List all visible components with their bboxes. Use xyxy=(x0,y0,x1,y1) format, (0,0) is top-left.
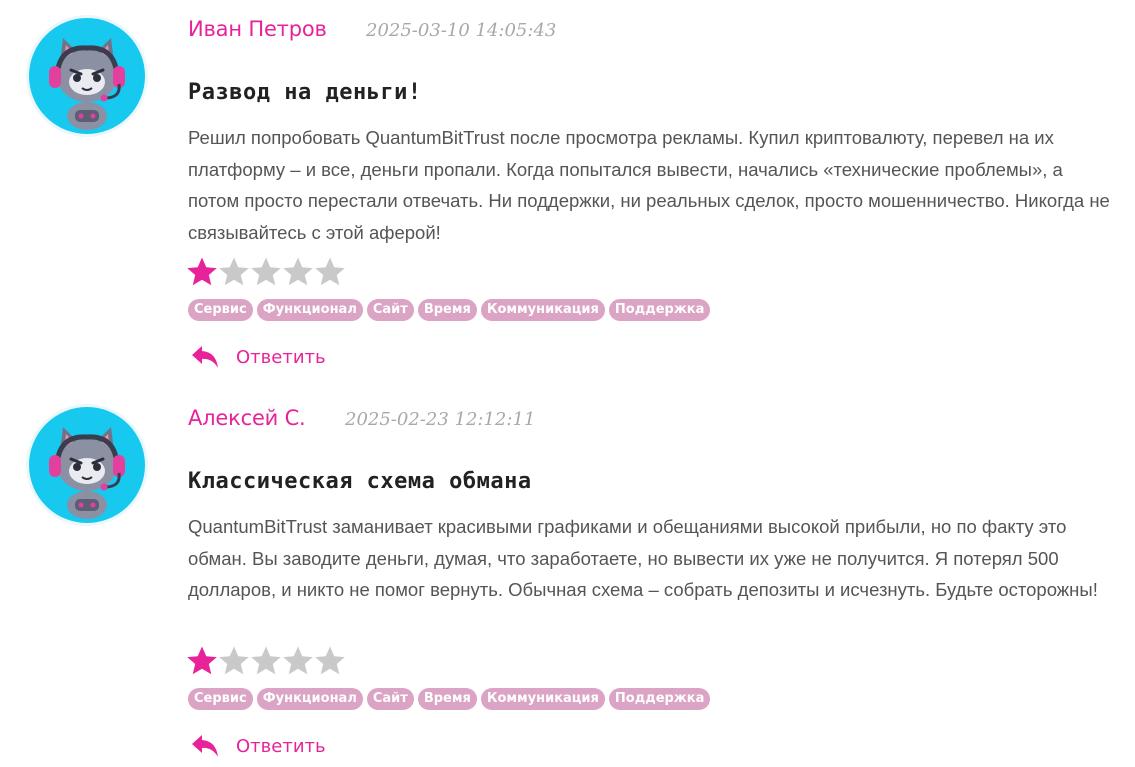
review-card: Иван Петров 2025-03-10 14:05:43 Развод н… xyxy=(0,0,1135,389)
reply-button[interactable]: Ответить xyxy=(190,341,326,373)
review-date: 2025-02-23 12:12:11 xyxy=(345,409,536,430)
review-author: Алексей С. xyxy=(188,406,306,430)
star-empty-icon xyxy=(218,643,250,679)
star-empty-icon xyxy=(282,254,314,290)
tag-list: Сервис Функционал Сайт Время Коммуникация Под… xyxy=(188,688,711,710)
star-empty-icon xyxy=(282,643,314,679)
cat-gamer-avatar-icon xyxy=(26,404,148,526)
reply-arrow-icon xyxy=(190,733,220,759)
star-rating xyxy=(186,643,346,679)
tag-chip: Функционал xyxy=(256,299,363,321)
review-author: Иван Петров xyxy=(188,17,327,41)
tag-chip: Время xyxy=(417,299,477,321)
tag-chip: Сайт xyxy=(366,299,414,321)
reply-label: Ответить xyxy=(236,735,326,757)
review-title: Развод на деньги! xyxy=(188,80,422,105)
star-empty-icon xyxy=(218,254,250,290)
star-filled-icon xyxy=(186,254,218,290)
tag-chip: Коммуникация xyxy=(480,299,605,321)
tag-chip: Время xyxy=(417,688,477,710)
review-body: QuantumBitTrust заманивает красивыми гра… xyxy=(188,516,1098,600)
reply-arrow-icon xyxy=(190,344,220,370)
reply-label: Ответить xyxy=(236,346,326,368)
star-filled-icon xyxy=(186,643,218,679)
cat-gamer-avatar-icon xyxy=(26,15,148,137)
tag-chip: Сайт xyxy=(366,688,414,710)
tag-chip: Поддержка xyxy=(608,299,711,321)
review-date: 2025-03-10 14:05:43 xyxy=(366,20,557,41)
tag-chip: Коммуникация xyxy=(480,688,605,710)
review-card: Алексей С. 2025-02-23 12:12:11 Классичес… xyxy=(0,389,1135,767)
star-empty-icon xyxy=(250,643,282,679)
review-body: Решил попробовать QuantumBitTrust после … xyxy=(188,127,1110,243)
star-empty-icon xyxy=(250,254,282,290)
reply-button[interactable]: Ответить xyxy=(190,730,326,762)
tag-chip: Сервис xyxy=(188,299,253,321)
tag-chip: Функционал xyxy=(256,688,363,710)
review-title: Классическая схема обмана xyxy=(188,469,532,494)
tag-list: Сервис Функционал Сайт Время Коммуникация Под… xyxy=(188,299,711,321)
tag-chip: Сервис xyxy=(188,688,253,710)
star-rating xyxy=(186,254,346,290)
tag-chip: Поддержка xyxy=(608,688,711,710)
star-empty-icon xyxy=(314,254,346,290)
star-empty-icon xyxy=(314,643,346,679)
